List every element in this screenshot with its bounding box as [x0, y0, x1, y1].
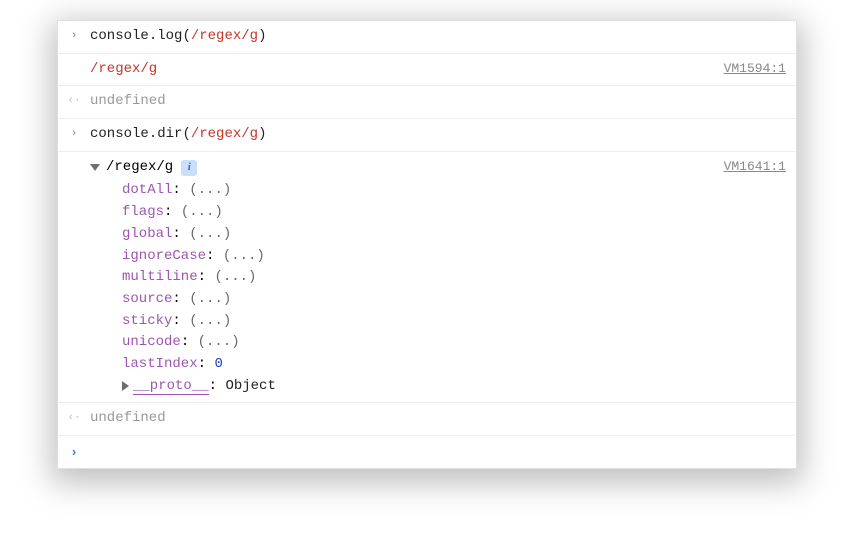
console-input-code: console.dir(/regex/g)	[90, 124, 266, 146]
console-return-row: ‹· undefined	[58, 403, 796, 436]
property-row[interactable]: ignoreCase: (...)	[122, 246, 786, 268]
console-dir-output-row: /regex/g i VM1641:1 dotAll: (...) flags:…	[58, 152, 796, 404]
property-row[interactable]: multiline: (...)	[122, 267, 786, 289]
collapse-icon[interactable]	[90, 164, 100, 171]
property-row[interactable]: dotAll: (...)	[122, 180, 786, 202]
console-output-row: /regex/g VM1594:1	[58, 54, 796, 87]
info-icon[interactable]: i	[181, 160, 197, 176]
proto-row[interactable]: __proto__: Object	[122, 376, 786, 398]
console-return-row: ‹· undefined	[58, 86, 796, 119]
property-row[interactable]: source: (...)	[122, 289, 786, 311]
output-icon	[66, 59, 82, 61]
return-icon: ‹·	[66, 408, 82, 427]
object-header[interactable]: /regex/g	[106, 157, 173, 179]
console-input-row: › console.log(/regex/g)	[58, 21, 796, 54]
return-value: undefined	[90, 91, 166, 113]
property-row[interactable]: sticky: (...)	[122, 311, 786, 333]
return-icon: ‹·	[66, 91, 82, 110]
console-prompt-row[interactable]: ›	[58, 436, 796, 468]
return-value: undefined	[90, 408, 166, 430]
source-link[interactable]: VM1594:1	[724, 59, 786, 79]
property-row[interactable]: lastIndex: 0	[122, 354, 786, 376]
property-row[interactable]: unicode: (...)	[122, 332, 786, 354]
expand-icon[interactable]	[122, 381, 129, 391]
devtools-console: › console.log(/regex/g) /regex/g VM1594:…	[57, 20, 797, 469]
input-icon: ›	[66, 26, 82, 45]
prompt-icon: ›	[66, 441, 82, 463]
source-link[interactable]: VM1641:1	[724, 157, 786, 177]
property-row[interactable]: flags: (...)	[122, 202, 786, 224]
output-icon	[66, 157, 82, 159]
console-input-row: › console.dir(/regex/g)	[58, 119, 796, 152]
property-row[interactable]: global: (...)	[122, 224, 786, 246]
input-icon: ›	[66, 124, 82, 143]
object-properties: dotAll: (...) flags: (...) global: (...)…	[90, 178, 786, 397]
regex-output[interactable]: /regex/g	[90, 59, 157, 81]
console-input-code: console.log(/regex/g)	[90, 26, 266, 48]
